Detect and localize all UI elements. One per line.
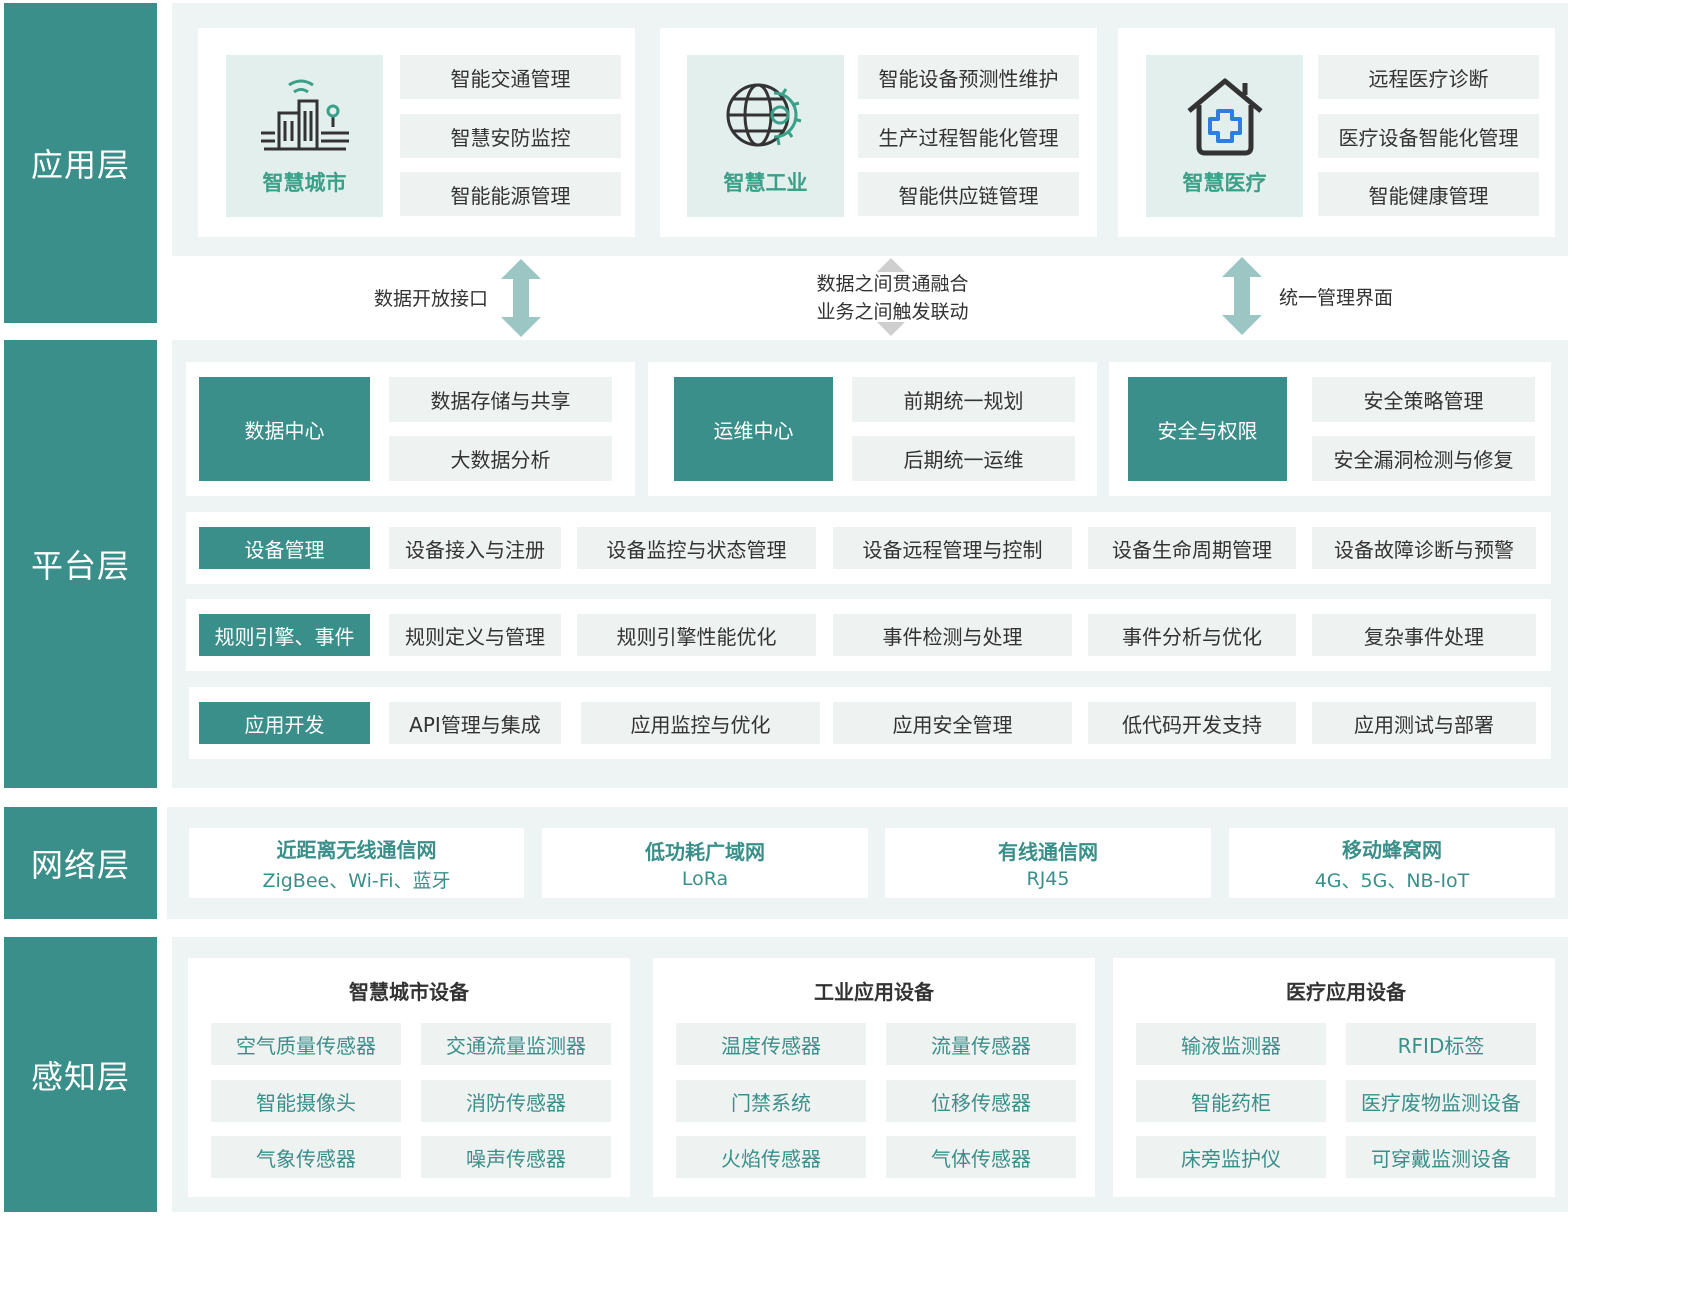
device-item: 火焰传感器	[676, 1136, 866, 1178]
connector-label-right: 统一管理界面	[1279, 287, 1394, 309]
network-item-title: 移动蜂窝网	[1342, 837, 1442, 862]
platform-row-item: API管理与集成	[389, 702, 561, 744]
double-arrow-icon	[501, 259, 541, 337]
device-group-title: 智慧城市设备	[349, 980, 469, 1004]
platform-group-title: 数据中心	[199, 377, 370, 481]
device-item: 消防传感器	[421, 1080, 611, 1122]
network-item-title: 近距离无线通信网	[276, 837, 437, 862]
app-item: 智能健康管理	[1318, 172, 1539, 216]
app-group-icon-box: 智慧城市	[226, 55, 383, 217]
app-item: 生产过程智能化管理	[858, 114, 1079, 158]
device-item: 医疗废物监测设备	[1346, 1080, 1536, 1122]
device-item: 智能药柜	[1136, 1080, 1326, 1122]
device-item: 流量传感器	[886, 1023, 1076, 1065]
device-item: 气象传感器	[211, 1136, 401, 1178]
connector-label-middle: 数据之间贯通融合 业务之间触发联动	[815, 270, 970, 326]
platform-row-item: 设备远程管理与控制	[833, 527, 1072, 569]
double-arrow-icon	[1222, 257, 1262, 335]
network-item-title: 有线通信网	[998, 840, 1098, 864]
app-item: 远程医疗诊断	[1318, 55, 1539, 99]
platform-item: 安全漏洞检测与修复	[1312, 436, 1535, 481]
app-item: 医疗设备智能化管理	[1318, 114, 1539, 158]
platform-row-title: 应用开发	[199, 702, 370, 744]
app-group-name: 智慧工业	[723, 171, 808, 195]
app-group-name: 智慧城市	[262, 171, 347, 195]
layer-label-perception: 感知层	[4, 937, 157, 1212]
connector-middle-line2: 业务之间触发联动	[816, 301, 969, 323]
app-item: 智能交通管理	[400, 55, 621, 99]
network-item-title: 低功耗广域网	[645, 840, 765, 864]
platform-row-item: 事件检测与处理	[833, 614, 1072, 656]
platform-group-title: 安全与权限	[1128, 377, 1287, 481]
platform-group-title: 运维中心	[674, 377, 833, 481]
device-item: RFID标签	[1346, 1023, 1536, 1065]
app-item: 智慧安防监控	[400, 114, 621, 158]
device-item: 空气质量传感器	[211, 1023, 401, 1065]
platform-row-item: 设备接入与注册	[389, 527, 561, 569]
network-item-sub: 4G、5G、NB-IoT	[1314, 869, 1470, 892]
layer-label-platform: 平台层	[4, 340, 157, 788]
device-item: 床旁监护仪	[1136, 1136, 1326, 1178]
network-item-sub: LoRa	[681, 868, 729, 890]
platform-row-title: 规则引擎、事件	[199, 614, 370, 656]
app-item: 智能设备预测性维护	[858, 55, 1079, 99]
platform-item: 大数据分析	[389, 436, 612, 481]
device-item: 智能摄像头	[211, 1080, 401, 1122]
platform-row-item: 复杂事件处理	[1312, 614, 1536, 656]
network-item: 移动蜂窝网 4G、5G、NB-IoT	[1229, 828, 1555, 898]
app-group-name: 智慧医疗	[1182, 171, 1267, 195]
device-item: 温度传感器	[676, 1023, 866, 1065]
smart-city-icon	[260, 79, 349, 151]
layer-label-application: 应用层	[4, 3, 157, 323]
platform-row-item: 设备生命周期管理	[1088, 527, 1296, 569]
platform-item: 安全策略管理	[1312, 377, 1535, 422]
app-group-icon-box: 智慧医疗	[1146, 55, 1303, 217]
platform-row-title: 设备管理	[199, 527, 370, 569]
network-item: 低功耗广域网 LoRa	[542, 828, 868, 898]
connector-label-left: 数据开放接口	[374, 288, 489, 310]
platform-item: 前期统一规划	[852, 377, 1075, 422]
platform-item: 数据存储与共享	[389, 377, 612, 422]
network-item-sub: ZigBee、Wi-Fi、蓝牙	[262, 869, 451, 892]
network-item: 近距离无线通信网 ZigBee、Wi-Fi、蓝牙	[189, 828, 524, 898]
device-item: 门禁系统	[676, 1080, 866, 1122]
platform-row-item: 设备故障诊断与预警	[1312, 527, 1536, 569]
device-group-title: 医疗应用设备	[1286, 980, 1406, 1004]
app-group-icon-box: 智慧工业	[687, 55, 844, 217]
device-item: 气体传感器	[886, 1136, 1076, 1178]
platform-row-item: 规则引擎性能优化	[577, 614, 816, 656]
platform-row-item: 事件分析与优化	[1088, 614, 1296, 656]
house-medical-icon	[1186, 78, 1263, 156]
globe-gear-icon	[726, 83, 801, 147]
connector-middle-line1: 数据之间贯通融合	[816, 273, 969, 295]
device-item: 输液监测器	[1136, 1023, 1326, 1065]
device-item: 可穿戴监测设备	[1346, 1136, 1536, 1178]
network-item-sub: RJ45	[1026, 868, 1070, 890]
platform-row-item: 应用监控与优化	[581, 702, 820, 744]
device-item: 噪声传感器	[421, 1136, 611, 1178]
platform-row-item: 应用测试与部署	[1312, 702, 1536, 744]
platform-row-item: 设备监控与状态管理	[577, 527, 816, 569]
platform-row-item: 规则定义与管理	[389, 614, 561, 656]
layer-label-network: 网络层	[4, 807, 157, 919]
device-group-title: 工业应用设备	[814, 980, 934, 1004]
platform-row-item: 应用安全管理	[833, 702, 1072, 744]
app-item: 智能供应链管理	[858, 172, 1079, 216]
platform-item: 后期统一运维	[852, 436, 1075, 481]
device-item: 交通流量监测器	[421, 1023, 611, 1065]
platform-row-item: 低代码开发支持	[1088, 702, 1296, 744]
network-item: 有线通信网 RJ45	[885, 828, 1211, 898]
device-item: 位移传感器	[886, 1080, 1076, 1122]
app-item: 智能能源管理	[400, 172, 621, 216]
